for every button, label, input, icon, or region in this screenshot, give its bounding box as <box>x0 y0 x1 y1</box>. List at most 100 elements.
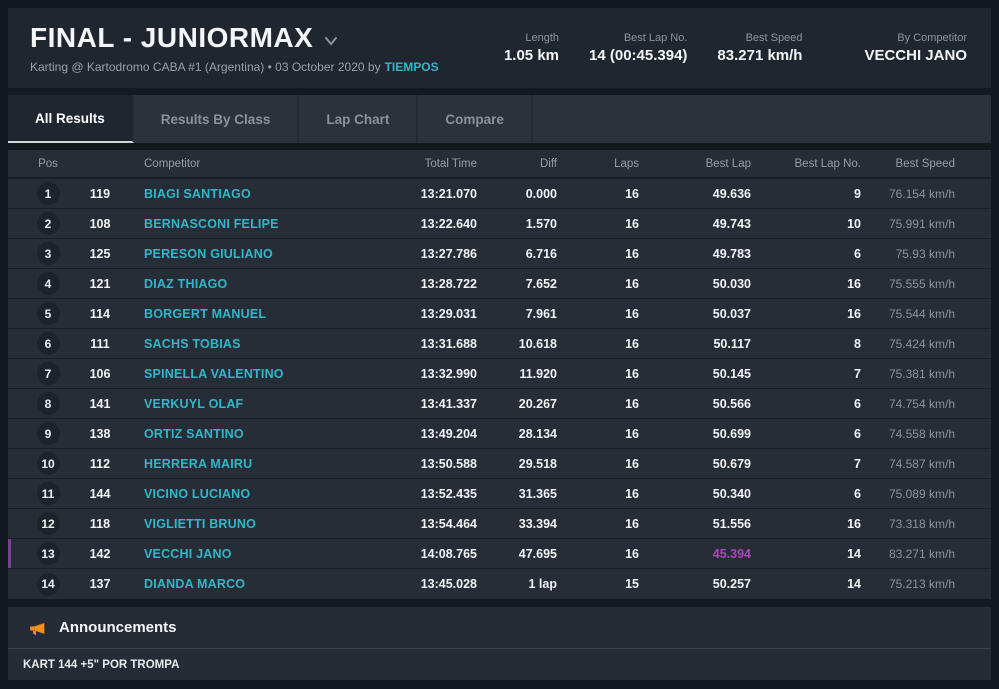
position-cell: 1 <box>24 182 72 205</box>
best-speed: 75.544 km/h <box>861 307 991 321</box>
table-row[interactable]: 7 106 SPINELLA VALENTINO 13:32.990 11.92… <box>8 359 991 389</box>
table-row[interactable]: 10 112 HERRERA MAIRU 13:50.588 29.518 16… <box>8 449 991 479</box>
tab[interactable]: Results By Class <box>134 95 300 143</box>
table-row[interactable]: 11 144 VICINO LUCIANO 13:52.435 31.365 1… <box>8 479 991 509</box>
best-lap: 49.783 <box>639 247 751 261</box>
stat-value: 83.271 km/h <box>717 47 802 64</box>
laps: 16 <box>557 487 639 501</box>
competitor-link[interactable]: DIAZ THIAGO <box>128 277 357 291</box>
table-row[interactable]: 3 125 PERESON GIULIANO 13:27.786 6.716 1… <box>8 239 991 269</box>
laps: 16 <box>557 517 639 531</box>
stat-item: Best Speed 83.271 km/h <box>717 32 802 64</box>
table-row[interactable]: 1 119 BIAGI SANTIAGO 13:21.070 0.000 16 … <box>8 179 991 209</box>
position-cell: 13 <box>24 542 72 565</box>
position-badge: 9 <box>37 422 60 445</box>
total-time: 13:31.688 <box>357 337 477 351</box>
tab-label: Results By Class <box>161 112 271 127</box>
best-lap: 50.340 <box>639 487 751 501</box>
competitor-link[interactable]: SPINELLA VALENTINO <box>128 367 357 381</box>
event-subtitle-text: Karting @ Kartodromo CABA #1 (Argentina)… <box>30 60 381 74</box>
table-row[interactable]: 8 141 VERKUYL OLAF 13:41.337 20.267 16 5… <box>8 389 991 419</box>
laps: 16 <box>557 247 639 261</box>
position-badge: 10 <box>37 452 60 475</box>
best-lap-no: 14 <box>751 547 861 561</box>
competitor-link[interactable]: DIANDA MARCO <box>128 577 357 591</box>
best-speed: 74.558 km/h <box>861 427 991 441</box>
stat-label: By Competitor <box>897 32 967 44</box>
kart-number: 118 <box>72 517 128 531</box>
total-time: 13:52.435 <box>357 487 477 501</box>
best-lap-no: 16 <box>751 517 861 531</box>
table-row[interactable]: 14 137 DIANDA MARCO 13:45.028 1 lap 15 5… <box>8 569 991 599</box>
best-lap-no: 10 <box>751 217 861 231</box>
position-badge: 13 <box>37 542 60 565</box>
table-row[interactable]: 5 114 BORGERT MANUEL 13:29.031 7.961 16 … <box>8 299 991 329</box>
best-lap-no: 8 <box>751 337 861 351</box>
table-header-row: Pos Competitor Total Time Diff Laps Best… <box>8 150 991 179</box>
position-cell: 7 <box>24 362 72 385</box>
competitor-link[interactable]: HERRERA MAIRU <box>128 457 357 471</box>
col-total-time: Total Time <box>357 158 477 170</box>
best-lap-no: 6 <box>751 247 861 261</box>
position-cell: 4 <box>24 272 72 295</box>
diff: 47.695 <box>477 547 557 561</box>
table-body: 1 119 BIAGI SANTIAGO 13:21.070 0.000 16 … <box>8 179 991 599</box>
col-best-lap-no: Best Lap No. <box>751 158 861 170</box>
position-badge: 4 <box>37 272 60 295</box>
competitor-link[interactable]: BORGERT MANUEL <box>128 307 357 321</box>
title-block: FINAL - JUNIORMAX Karting @ Kartodromo C… <box>30 22 439 74</box>
total-time: 13:22.640 <box>357 217 477 231</box>
best-speed: 75.213 km/h <box>861 577 991 591</box>
best-lap: 50.679 <box>639 457 751 471</box>
table-row[interactable]: 9 138 ORTIZ SANTINO 13:49.204 28.134 16 … <box>8 419 991 449</box>
organizer-link[interactable]: TIEMPOS <box>385 60 439 74</box>
competitor-link[interactable]: VECCHI JANO <box>128 547 357 561</box>
laps: 16 <box>557 187 639 201</box>
kart-number: 112 <box>72 457 128 471</box>
competitor-link[interactable]: VERKUYL OLAF <box>128 397 357 411</box>
stat-label: Best Lap No. <box>624 32 688 44</box>
laps: 16 <box>557 547 639 561</box>
competitor-link[interactable]: SACHS TOBIAS <box>128 337 357 351</box>
total-time: 13:41.337 <box>357 397 477 411</box>
announcements-title: Announcements <box>59 619 177 636</box>
kart-number: 125 <box>72 247 128 261</box>
total-time: 13:54.464 <box>357 517 477 531</box>
tab[interactable]: All Results <box>8 95 134 143</box>
best-lap-no: 6 <box>751 487 861 501</box>
best-lap: 50.699 <box>639 427 751 441</box>
competitor-link[interactable]: BERNASCONI FELIPE <box>128 217 357 231</box>
total-time: 14:08.765 <box>357 547 477 561</box>
table-row[interactable]: 6 111 SACHS TOBIAS 13:31.688 10.618 16 5… <box>8 329 991 359</box>
tab[interactable]: Compare <box>418 95 533 143</box>
table-row[interactable]: 4 121 DIAZ THIAGO 13:28.722 7.652 16 50.… <box>8 269 991 299</box>
chevron-down-icon[interactable] <box>323 33 339 49</box>
position-badge: 11 <box>37 482 60 505</box>
session-stats: Length 1.05 km Best Lap No. 14 (00:45.39… <box>504 32 967 64</box>
position-cell: 9 <box>24 422 72 445</box>
tab[interactable]: Lap Chart <box>299 95 418 143</box>
tab-label: Lap Chart <box>326 112 389 127</box>
total-time: 13:45.028 <box>357 577 477 591</box>
table-row[interactable]: 13 142 VECCHI JANO 14:08.765 47.695 16 4… <box>8 539 991 569</box>
competitor-link[interactable]: VIGLIETTI BRUNO <box>128 517 357 531</box>
position-badge: 1 <box>37 182 60 205</box>
stat-item: Best Lap No. 14 (00:45.394) <box>589 32 687 64</box>
announcement-item: KART 144 +5" POR TROMPA <box>8 649 991 680</box>
competitor-link[interactable]: BIAGI SANTIAGO <box>128 187 357 201</box>
diff: 20.267 <box>477 397 557 411</box>
total-time: 13:29.031 <box>357 307 477 321</box>
position-cell: 2 <box>24 212 72 235</box>
laps: 16 <box>557 367 639 381</box>
competitor-link[interactable]: VICINO LUCIANO <box>128 487 357 501</box>
position-badge: 8 <box>37 392 60 415</box>
tab-label: Compare <box>445 112 504 127</box>
total-time: 13:49.204 <box>357 427 477 441</box>
competitor-link[interactable]: PERESON GIULIANO <box>128 247 357 261</box>
position-badge: 7 <box>37 362 60 385</box>
table-row[interactable]: 12 118 VIGLIETTI BRUNO 13:54.464 33.394 … <box>8 509 991 539</box>
best-speed: 75.93 km/h <box>861 247 991 261</box>
competitor-link[interactable]: ORTIZ SANTINO <box>128 427 357 441</box>
col-pos: Pos <box>24 158 72 170</box>
table-row[interactable]: 2 108 BERNASCONI FELIPE 13:22.640 1.570 … <box>8 209 991 239</box>
